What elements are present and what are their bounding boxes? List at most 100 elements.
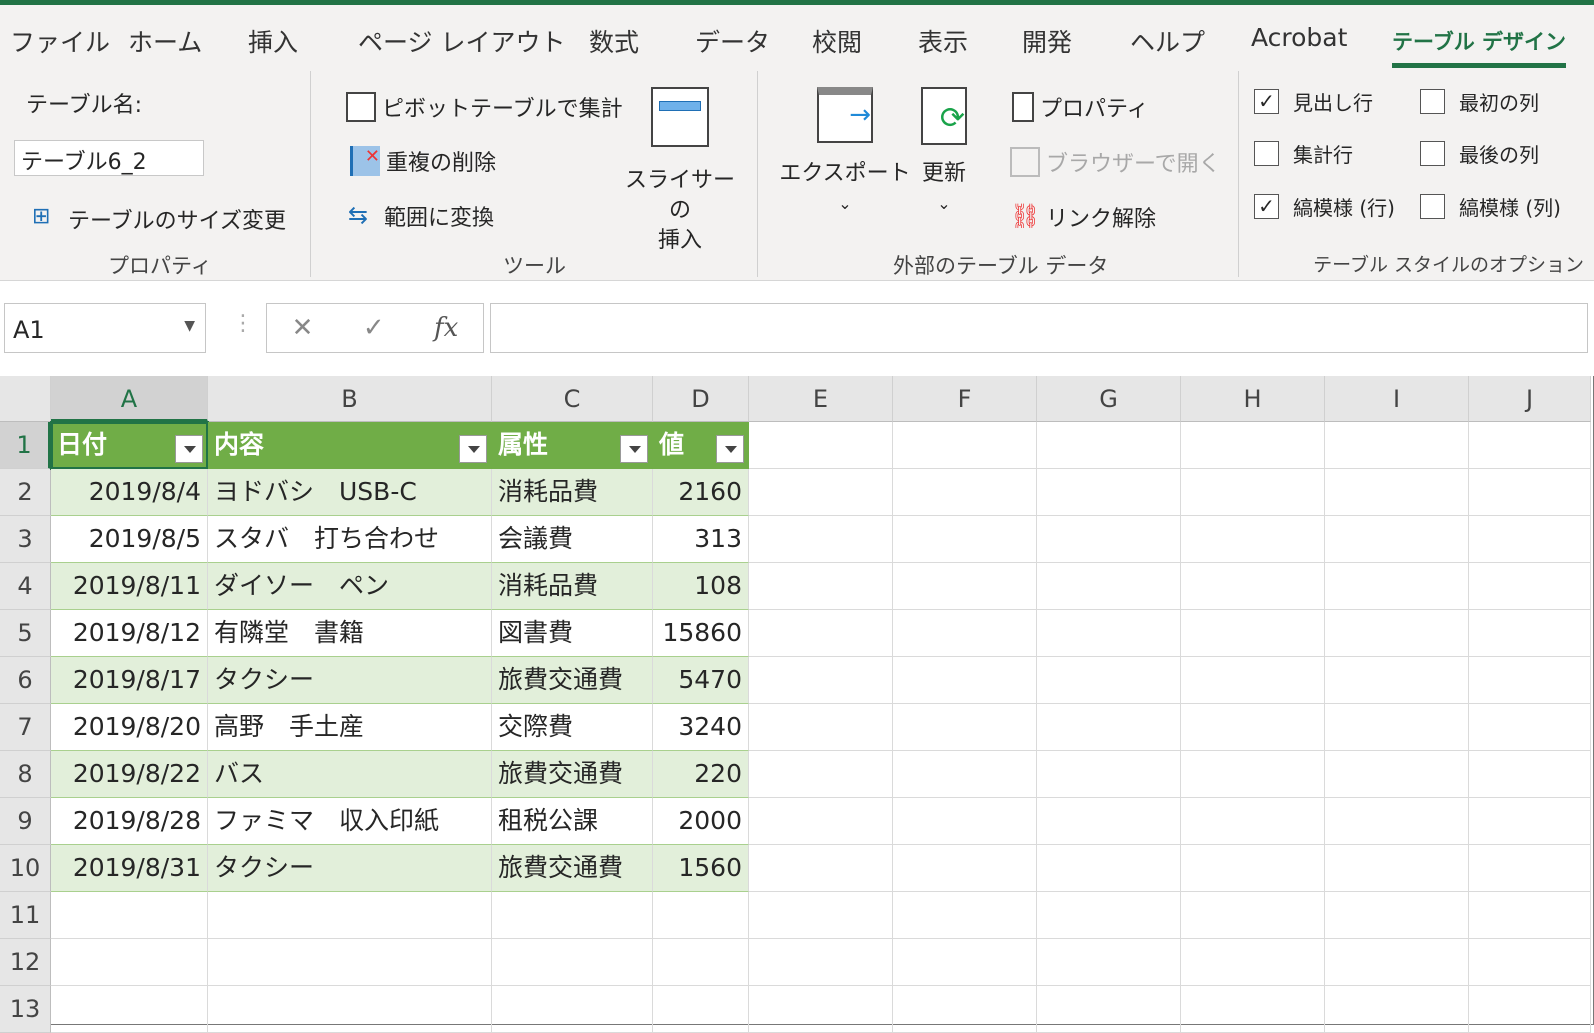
table-cell[interactable]: 2019/8/17 [51,657,208,704]
tab-2[interactable]: 挿入 [248,23,298,59]
row-header-10[interactable]: 10 [0,845,51,892]
cell[interactable] [1469,422,1591,469]
cell[interactable] [1181,516,1325,563]
table-cell[interactable]: 2000 [653,798,749,845]
cell[interactable] [1469,892,1591,939]
cell[interactable] [1037,563,1181,610]
table-cell[interactable]: 2019/8/11 [51,563,208,610]
row-header-5[interactable]: 5 [0,610,51,657]
cell[interactable] [1469,751,1591,798]
cell[interactable] [749,516,893,563]
cell[interactable] [1037,610,1181,657]
table-cell[interactable]: 租税公課 [492,798,653,845]
cell[interactable] [653,939,749,986]
cell[interactable] [208,892,492,939]
column-header-A[interactable]: A [51,376,208,422]
table-cell[interactable]: 旅費交通費 [492,751,653,798]
table-cell[interactable]: 会議費 [492,516,653,563]
tab-5[interactable]: データ [695,23,770,59]
tab-7[interactable]: 表示 [918,23,968,59]
cell[interactable] [208,939,492,986]
cell[interactable] [1037,751,1181,798]
cell[interactable] [749,422,893,469]
cell[interactable] [1325,986,1469,1033]
cell[interactable] [893,469,1037,516]
cell[interactable] [1469,563,1591,610]
cell[interactable] [1325,657,1469,704]
cell[interactable] [1469,704,1591,751]
cell[interactable] [1325,751,1469,798]
table-cell[interactable]: 108 [653,563,749,610]
cell[interactable] [1469,516,1591,563]
cell[interactable] [1037,798,1181,845]
cell[interactable] [1469,469,1591,516]
table-cell[interactable]: 2019/8/12 [51,610,208,657]
tab-10[interactable]: Acrobat [1251,23,1347,52]
unlink-button[interactable]: ⛓ リンク解除 [1010,201,1156,233]
cell[interactable] [749,469,893,516]
column-header-H[interactable]: H [1181,376,1325,422]
header-row-checkbox[interactable]: ✓ 見出し行 [1254,87,1373,116]
cell[interactable] [749,845,893,892]
cell[interactable] [1181,469,1325,516]
row-header-6[interactable]: 6 [0,657,51,704]
cell[interactable] [749,986,893,1033]
cell[interactable] [1325,516,1469,563]
cell[interactable] [1325,469,1469,516]
table-cell[interactable]: 1560 [653,845,749,892]
cell[interactable] [1469,657,1591,704]
banded-rows-checkbox[interactable]: ✓ 縞模様 (行) [1254,192,1395,221]
tab-3[interactable]: ページ レイアウト [358,23,565,59]
table-header-cell[interactable]: 属性 [492,422,653,469]
row-header-8[interactable]: 8 [0,751,51,798]
table-cell[interactable]: ファミマ 収入印紙 [208,798,492,845]
column-header-B[interactable]: B [208,376,492,422]
row-header-7[interactable]: 7 [0,704,51,751]
cell[interactable] [1469,845,1591,892]
cell[interactable] [1181,986,1325,1033]
table-cell[interactable]: 旅費交通費 [492,845,653,892]
cell[interactable] [208,986,492,1033]
cell[interactable] [492,892,653,939]
tab-0[interactable]: ファイル [10,23,110,59]
cell[interactable] [1181,892,1325,939]
column-header-F[interactable]: F [893,376,1037,422]
table-cell[interactable]: 2019/8/28 [51,798,208,845]
row-header-9[interactable]: 9 [0,798,51,845]
cell[interactable] [893,986,1037,1033]
column-header-D[interactable]: D [653,376,749,422]
cell[interactable] [51,892,208,939]
row-header-1[interactable]: 1 [0,422,51,469]
cell[interactable] [749,939,893,986]
cell[interactable] [893,516,1037,563]
column-header-C[interactable]: C [492,376,653,422]
table-header-cell[interactable]: 値 [653,422,749,469]
cell[interactable] [893,422,1037,469]
table-cell[interactable]: 2019/8/22 [51,751,208,798]
cell[interactable] [1325,892,1469,939]
external-properties-button[interactable]: プロパティ [1012,91,1149,123]
row-header-11[interactable]: 11 [0,892,51,939]
cell[interactable] [1469,610,1591,657]
enter-icon[interactable]: ✓ [363,313,385,343]
cell[interactable] [1181,422,1325,469]
row-header-3[interactable]: 3 [0,516,51,563]
cell[interactable] [893,751,1037,798]
refresh-button[interactable]: ⟳ 更新 ⌄ [900,87,988,219]
cell[interactable] [1181,845,1325,892]
cell[interactable] [749,657,893,704]
column-header-I[interactable]: I [1325,376,1469,422]
cell[interactable] [51,939,208,986]
cell[interactable] [1469,798,1591,845]
cell[interactable] [1325,610,1469,657]
table-cell[interactable]: タクシー [208,657,492,704]
filter-dropdown-icon[interactable] [620,435,648,463]
table-cell[interactable]: バス [208,751,492,798]
tab-4[interactable]: 数式 [589,23,639,59]
cell[interactable] [1181,939,1325,986]
filter-dropdown-icon[interactable] [459,435,487,463]
pivot-summarize-button[interactable]: ピボットテーブルで集計 [346,91,623,123]
cell[interactable] [749,704,893,751]
total-row-checkbox[interactable]: 集計行 [1254,139,1353,168]
chevron-down-icon[interactable]: ▼ [184,318,195,334]
